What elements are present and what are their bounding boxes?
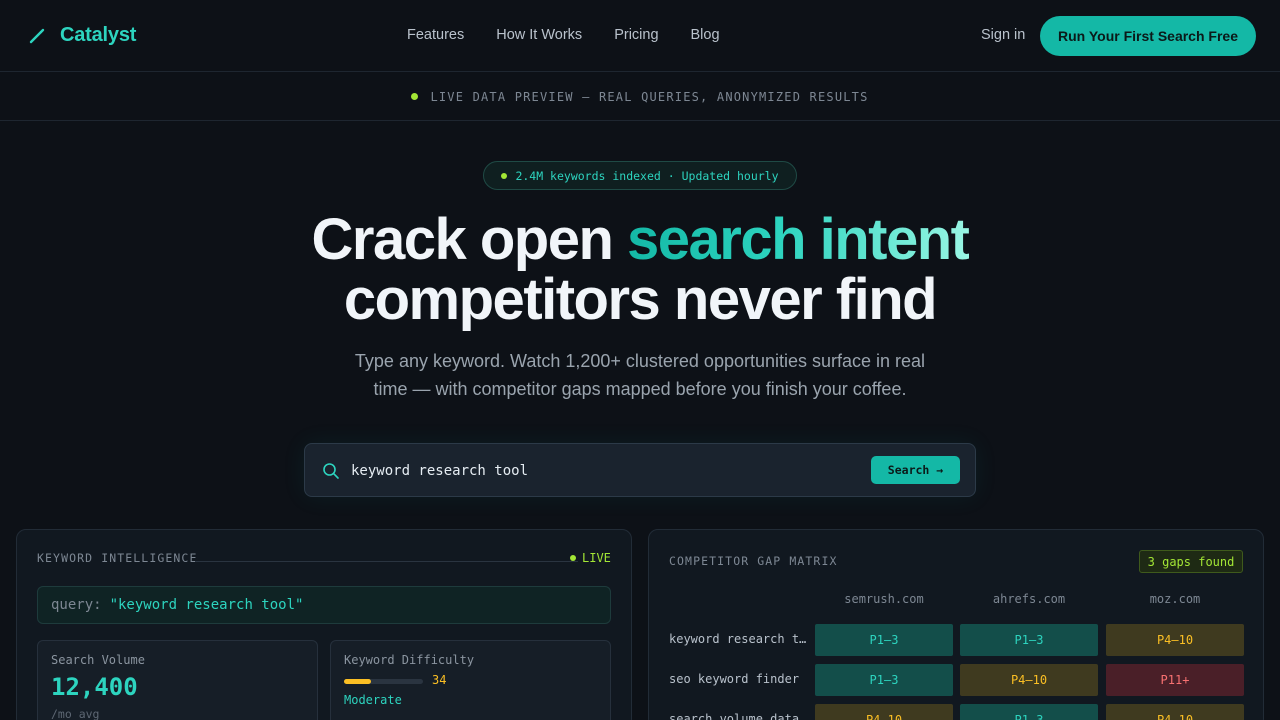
nav-link-blog[interactable]: Blog: [691, 27, 720, 43]
headline-accent: search intent: [627, 207, 970, 272]
nav-links: Features How It Works Pricing Blog: [407, 27, 720, 43]
gap-row-keyword: search volume data: [669, 712, 800, 720]
metric-label: Search Volume: [51, 653, 145, 667]
headline-part1: Crack open: [311, 207, 627, 272]
metric-value: 12,400: [51, 673, 138, 701]
query-label: query:: [51, 597, 102, 613]
nav-link-how-it-works[interactable]: How It Works: [496, 27, 582, 43]
gap-cell[interactable]: P4–10: [1106, 704, 1244, 720]
search-icon: [323, 463, 339, 479]
difficulty-bar-fill: [344, 679, 371, 684]
live-dot-icon: [411, 93, 419, 100]
search-bar: Search →: [304, 443, 976, 497]
headline-part2: competitors never find: [343, 267, 938, 332]
live-preview-strip: LIVE DATA PREVIEW — REAL QUERIES, ANONYM…: [0, 73, 1280, 121]
competitor-header: semrush.com: [844, 592, 924, 606]
nav-link-pricing[interactable]: Pricing: [614, 27, 658, 43]
index-badge: 2.4M keywords indexed · Updated hourly: [483, 161, 797, 190]
title-divider: [195, 561, 578, 562]
nav-link-features[interactable]: Features: [407, 27, 464, 43]
difficulty-value: 34: [432, 673, 447, 687]
live-dot-icon: [570, 555, 576, 561]
competitor-gap-panel: COMPETITOR GAP MATRIX 3 gaps found semru…: [648, 529, 1264, 720]
gap-cell[interactable]: P11+: [1106, 664, 1244, 696]
gap-cell[interactable]: P1–3: [960, 704, 1098, 720]
keyword-difficulty-card: Keyword Difficulty 34 Moderate: [330, 640, 611, 720]
competitor-header: ahrefs.com: [992, 592, 1066, 606]
gaps-found-badge: 3 gaps found: [1139, 550, 1243, 573]
gap-cell[interactable]: P4–10: [815, 704, 953, 720]
live-label: LIVE: [582, 551, 611, 565]
competitor-header: moz.com: [1149, 592, 1201, 606]
gap-row-keyword: seo keyword finder: [669, 672, 800, 686]
hero-headline: Crack open search intent competitors nev…: [0, 210, 1280, 330]
badge-dot-icon: [501, 172, 508, 179]
cta-button[interactable]: Run Your First Search Free: [1040, 16, 1256, 56]
gap-cell[interactable]: P1–3: [815, 664, 953, 696]
live-indicator: LIVE: [570, 551, 611, 565]
live-preview-text: LIVE DATA PREVIEW — REAL QUERIES, ANONYM…: [430, 89, 869, 104]
search-volume-card: Search Volume 12,400 /mo avg: [37, 640, 318, 720]
query-display: query: "keyword research tool": [37, 586, 611, 624]
panel-title: KEYWORD INTELLIGENCE: [37, 551, 198, 565]
panel-title: COMPETITOR GAP MATRIX: [669, 554, 838, 568]
difficulty-rating: Moderate: [344, 693, 402, 707]
gap-row-keyword: keyword research tool: [669, 632, 809, 646]
keyword-intelligence-panel: KEYWORD INTELLIGENCE LIVE query: "keywor…: [16, 529, 632, 720]
index-badge-text: 2.4M keywords indexed · Updated hourly: [515, 168, 779, 183]
brand-logo[interactable]: Catalyst: [28, 24, 136, 47]
gap-cell[interactable]: P4–10: [960, 664, 1098, 696]
query-value: "keyword research tool": [109, 597, 304, 613]
metric-unit: /mo avg: [51, 707, 100, 720]
gap-cell[interactable]: P1–3: [815, 624, 953, 656]
search-button[interactable]: Search →: [871, 456, 960, 484]
search-input[interactable]: [351, 456, 851, 486]
difficulty-bar: [344, 679, 423, 684]
sign-in-link[interactable]: Sign in: [981, 27, 1025, 43]
gap-cell[interactable]: P4–10: [1106, 624, 1244, 656]
brand-name: Catalyst: [60, 24, 137, 46]
wand-icon: [29, 28, 45, 43]
hero-subtitle: Type any keyword. Watch 1,200+ clustered…: [354, 351, 926, 399]
metric-label: Keyword Difficulty: [344, 653, 475, 667]
top-nav: Catalyst Features How It Works Pricing B…: [0, 0, 1280, 72]
gap-cell[interactable]: P1–3: [960, 624, 1098, 656]
